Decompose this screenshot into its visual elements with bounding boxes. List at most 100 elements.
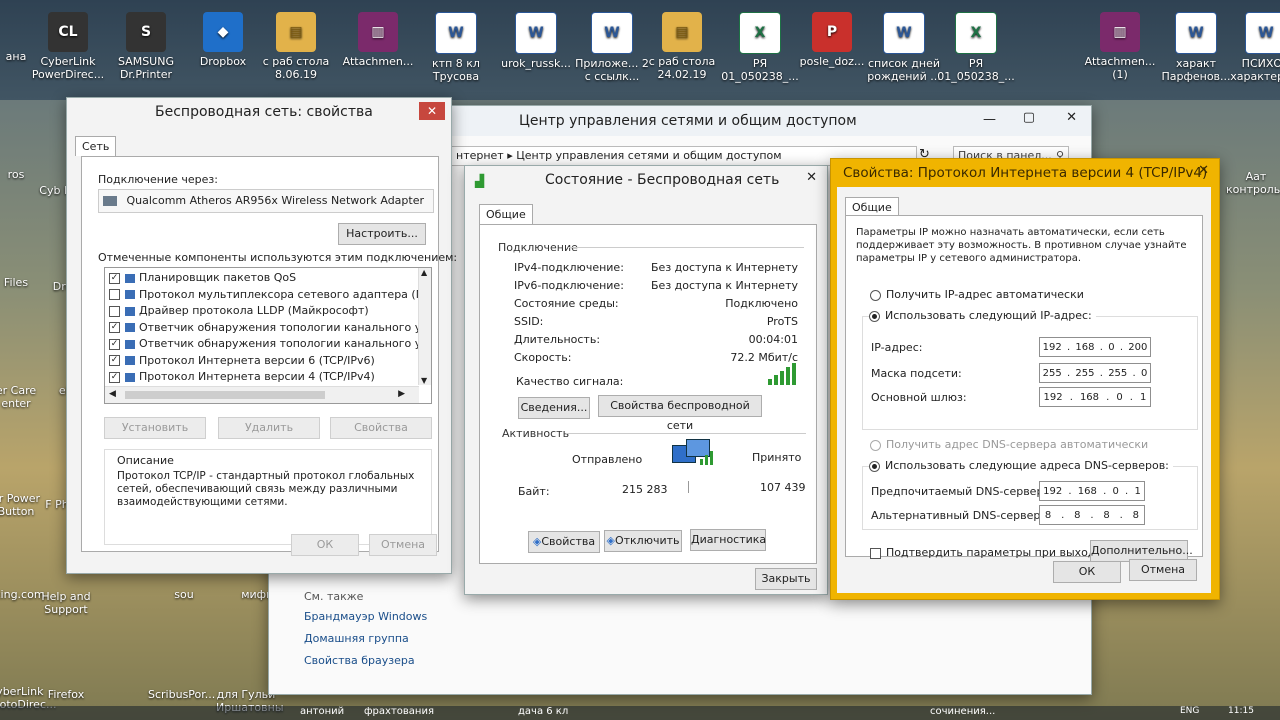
ip-octet[interactable]: 0 [1116,392,1122,403]
manual-ip-option[interactable]: Использовать следующий IP-адрес: [869,309,1096,322]
validate-option[interactable]: Подтвердить параметры при выходе [870,546,1102,559]
auto-dns-radio[interactable] [870,439,881,451]
desktop-icon[interactable]: Firefox [36,688,96,701]
component-checkbox[interactable]: ✓ [109,355,120,366]
ip-octet[interactable]: 192 [1043,486,1062,497]
ip-octet[interactable]: 0 [1112,486,1118,497]
auto-ip-option[interactable]: Получить IP-адрес автоматически [870,288,1084,301]
component-checkbox[interactable]: ✓ [109,371,120,383]
remove-button[interactable]: Удалить [218,417,320,439]
desktop-icon[interactable]: Wurok_russk... [496,12,576,70]
manual-dns-option[interactable]: Использовать следующие адреса DNS-сервер… [869,459,1173,472]
ip-octet[interactable]: 168 [1080,392,1099,403]
desktop-icon[interactable]: Help and Support [36,590,96,616]
desktop-icon[interactable]: sou [154,588,214,601]
ip-octet[interactable]: 192 [1044,392,1063,403]
gateway-field[interactable]: 192. 168. 0. 1 [1039,387,1151,407]
vertical-scrollbar[interactable]: ▲ ▼ [418,268,431,385]
manual-ip-radio[interactable] [869,310,880,322]
ip-octet[interactable]: 1 [1140,392,1146,403]
ok-button[interactable]: ОК [1053,561,1121,583]
desktop-icon[interactable]: ▥ Attachmen... [338,12,418,68]
desktop-icon[interactable]: W Приложе... 2 с ссылк... [572,12,652,83]
scroll-up-icon[interactable]: ▲ [421,268,427,277]
list-item[interactable]: ✓ Ответчик обнаружения топологии канально… [109,336,431,353]
breadcrumb-current[interactable]: Центр управления сетями и общим доступом [516,149,781,162]
close-button[interactable]: ✕ [419,102,445,120]
desktop-icon[interactable]: ▤ с раб стола 24.02.19 [642,12,722,81]
link-homegroup[interactable]: Домашняя группа [304,632,409,645]
close-icon[interactable]: ✕ [1198,163,1209,178]
horizontal-scrollbar[interactable]: ◀ ▶ [105,386,419,403]
desktop-icon[interactable]: Аат контрольная [1226,170,1280,196]
configure-button[interactable]: Настроить... [338,223,426,245]
list-item[interactable]: ✓ Планировщик пакетов QoS [109,270,427,287]
ip-octet[interactable]: 255 [1108,368,1127,379]
scroll-right-icon[interactable]: ▶ [398,389,405,399]
alternate-dns-field[interactable]: 8. 8. 8. 8 [1039,505,1145,525]
tray-language[interactable]: ENG [1180,706,1199,716]
desktop-icon[interactable]: ▤ с раб стола 8.06.19 [256,12,336,81]
link-firewall[interactable]: Брандмауэр Windows [304,610,427,623]
cancel-button[interactable]: Отмена [1129,559,1197,581]
desktop-icon[interactable]: Wхаракт Парфенов... [1156,12,1236,83]
components-list[interactable]: ✓ Планировщик пакетов QoS Протокол мультип… [104,267,432,404]
subnet-mask-field[interactable]: 255. 255. 255. 0 [1039,363,1151,383]
link-browser-props[interactable]: Свойства браузера [304,654,415,667]
close-icon[interactable]: ✕ [1066,110,1077,125]
list-item[interactable]: ✓ Протокол Интернета версии 6 (TCP/IPv6) [109,353,427,370]
ip-octet[interactable]: 8 [1103,510,1109,521]
list-item[interactable]: ✓ Протокол Интернета версии 4 (TCP/IPv4) [109,369,427,386]
ip-octet[interactable]: 168 [1078,486,1097,497]
desktop-icon[interactable]: ▥ Attachmen... (1) [1080,12,1160,81]
status-close-button[interactable]: Закрыть [755,568,817,590]
ip-octet[interactable]: 192 [1043,342,1062,353]
auto-ip-radio[interactable] [870,289,881,301]
scroll-thumb[interactable] [125,391,325,399]
cancel-button[interactable]: Отмена [369,534,437,556]
ip-octet[interactable]: 255 [1075,368,1094,379]
ip-octet[interactable]: 168 [1075,342,1094,353]
manual-dns-radio[interactable] [869,460,880,472]
list-item[interactable]: Драйвер протокола LLDP (Майкрософт) [109,303,427,320]
tab-network[interactable]: Сеть [75,136,117,156]
ip-octet[interactable]: 0 [1141,368,1147,379]
desktop-icon[interactable]: X РЯ 01_050238_... [720,12,800,83]
component-checkbox[interactable]: ✓ [109,272,120,284]
taskbar-item[interactable]: дача 6 кл [518,706,568,717]
list-item[interactable]: Протокол мультиплексора сетевого адаптер… [109,287,431,304]
ip-octet[interactable]: 1 [1134,486,1140,497]
ip-address-field[interactable]: 192. 168. 0. 200 [1039,337,1151,357]
desktop-icon[interactable]: ros [0,168,46,181]
ip-octet[interactable]: 8 [1133,510,1139,521]
install-button[interactable]: Установить [104,417,206,439]
component-checkbox[interactable] [109,305,120,317]
desktop-icon[interactable]: ана [0,50,46,63]
ip-octet[interactable]: 8 [1074,510,1080,521]
breadcrumb-prev[interactable]: нтернет [456,149,504,162]
taskbar-item[interactable]: сочинения... [930,706,995,717]
close-icon[interactable]: ✕ [806,170,817,185]
ip-octet[interactable]: 255 [1043,368,1062,379]
maximize-icon[interactable]: ▢ [1023,110,1035,125]
taskbar-item[interactable]: фрахтования [364,706,434,717]
details-button[interactable]: Сведения... [518,397,590,419]
wireless-properties-button[interactable]: Свойства беспроводной сети [598,395,762,432]
ip-octet[interactable]: 8 [1045,510,1051,521]
component-checkbox[interactable] [109,289,120,300]
preferred-dns-field[interactable]: 192. 168. 0. 1 [1039,481,1145,501]
desktop-icon[interactable]: ◆ Dropbox [183,12,263,68]
auto-dns-option[interactable]: Получить адрес DNS-сервера автоматически [870,438,1148,451]
tab-general[interactable]: Общие [479,204,533,224]
desktop-icon[interactable]: Wктп 8 кл Трусова [416,12,496,83]
ip-octet[interactable]: 200 [1128,342,1147,353]
desktop-icon[interactable]: X РЯ 01_050238_... [936,12,1016,83]
scroll-down-icon[interactable]: ▼ [421,376,427,385]
taskbar-item[interactable]: антоний [300,706,344,717]
desktop-icon[interactable]: Pposle_doz... [792,12,872,68]
tray-clock[interactable]: 11:15 [1228,706,1254,716]
list-item[interactable]: ✓ Ответчик обнаружения топологии канально… [109,320,431,337]
disconnect-button[interactable]: ◈Отключить [604,530,682,552]
desktop-icon[interactable]: W ПСИХОЛ характери... [1226,12,1280,83]
minimize-icon[interactable]: — [983,112,996,127]
